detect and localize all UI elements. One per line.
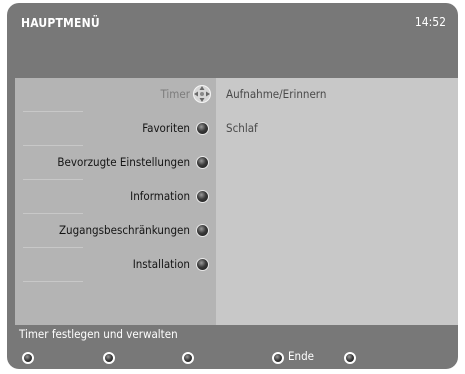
page-title: HAUPTMENÜ <box>21 16 100 30</box>
menu-item-timer[interactable]: Timer <box>15 78 216 112</box>
menu-bullet-icon <box>196 190 209 203</box>
green-key-button[interactable] <box>103 352 115 364</box>
end-button-label: Ende <box>288 349 315 363</box>
blue-key-button[interactable] <box>344 352 356 364</box>
menu-item-label: Information <box>130 189 190 203</box>
menu-item-zugangsbeschraenkungen[interactable]: Zugangsbeschränkungen <box>15 214 216 248</box>
menu-item-favoriten[interactable]: Favoriten <box>15 112 216 146</box>
tv-screen: HAUPTMENÜ 14:52 Timer Favoriten Bevorzug… <box>0 0 465 374</box>
menu-item-information[interactable]: Information <box>15 180 216 214</box>
status-text: Timer festlegen und verwalten <box>19 327 178 341</box>
menu-item-label: Favoriten <box>142 121 190 135</box>
red-key-button[interactable] <box>22 352 34 364</box>
menu-item-installation[interactable]: Installation <box>15 248 216 282</box>
menu-bullet-icon <box>196 258 209 271</box>
submenu-item-aufnahme-erinnern[interactable]: Aufnahme/Erinnern <box>226 87 326 101</box>
menu-bullet-icon <box>196 122 209 135</box>
main-menu: Timer Favoriten Bevorzugte Einstellungen <box>15 78 216 325</box>
menu-bullet-icon <box>196 156 209 169</box>
submenu-panel: Aufnahme/Erinnern Schlaf <box>216 78 458 325</box>
ok-key-button[interactable] <box>272 352 284 364</box>
menu-item-label: Timer <box>160 87 190 101</box>
menu-item-label: Bevorzugte Einstellungen <box>57 155 190 169</box>
clock: 14:52 <box>414 15 446 29</box>
header: HAUPTMENÜ 14:52 <box>7 3 458 78</box>
menu-item-label: Installation <box>132 257 190 271</box>
menu-bullet-icon <box>196 224 209 237</box>
navigation-cross-icon <box>193 85 211 103</box>
menu-frame: HAUPTMENÜ 14:52 Timer Favoriten Bevorzug… <box>7 3 458 369</box>
menu-item-label: Zugangsbeschränkungen <box>58 223 190 237</box>
submenu-item-schlaf[interactable]: Schlaf <box>226 121 258 135</box>
yellow-key-button[interactable] <box>182 352 194 364</box>
menu-item-bevorzugte-einstellungen[interactable]: Bevorzugte Einstellungen <box>15 146 216 180</box>
